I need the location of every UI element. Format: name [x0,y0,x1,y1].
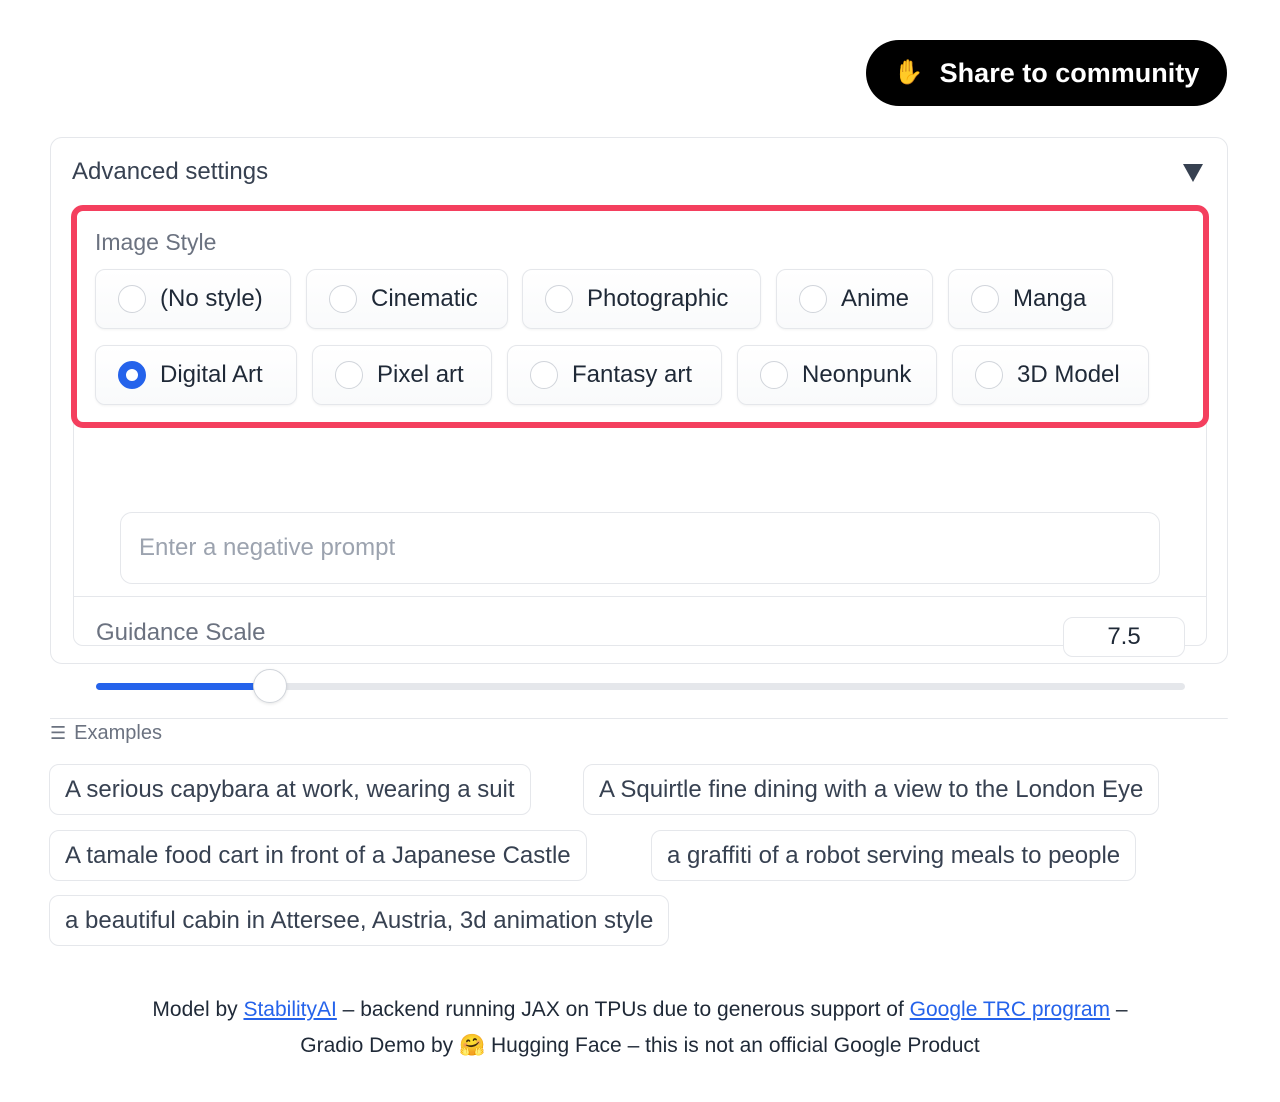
image-style-label: Image Style [95,229,217,255]
radio-label: (No style) [160,285,263,312]
footer: Model by StabilityAI – backend running J… [0,992,1280,1064]
radio-option-digital-art[interactable]: Digital Art [95,345,297,405]
clapping-hands-icon: ✋ [893,59,924,86]
radio-option-fantasy-art[interactable]: Fantasy art [507,345,722,405]
footer-line-1: Model by StabilityAI – backend running J… [0,992,1280,1028]
radio-label: 3D Model [1017,361,1120,388]
radio-circle-icon [530,361,558,389]
radio-circle-icon [975,361,1003,389]
google-trc-link[interactable]: Google TRC program [910,998,1110,1021]
guidance-scale-value-input[interactable] [1063,617,1185,657]
radio-circle-icon [971,285,999,313]
image-style-radio-group: Image Style (No style) Cinematic Photogr… [71,205,1209,428]
radio-label: Pixel art [377,361,464,388]
list-icon: ☰ [50,723,67,743]
radio-option-manga[interactable]: Manga [948,269,1113,329]
radio-option-photographic[interactable]: Photographic [522,269,761,329]
radio-option-anime[interactable]: Anime [776,269,933,329]
example-item[interactable]: A tamale food cart in front of a Japanes… [49,830,587,881]
examples-header: ☰ Examples [50,722,162,745]
example-item[interactable]: A serious capybara at work, wearing a su… [49,764,531,815]
radio-option-cinematic[interactable]: Cinematic [306,269,508,329]
footer-line-2: Gradio Demo by 🤗 Hugging Face – this is … [0,1028,1280,1064]
advanced-settings-title[interactable]: Advanced settings [72,158,268,186]
radio-label: Anime [841,285,910,312]
radio-circle-icon [799,285,827,313]
radio-label: Neonpunk [802,361,912,388]
stabilityai-link[interactable]: StabilityAI [243,998,336,1021]
radio-option-pixel-art[interactable]: Pixel art [312,345,492,405]
footer-text: Gradio Demo by [300,1034,459,1057]
footer-text: Hugging Face – this is not an official G… [485,1034,980,1057]
radio-option-no-style[interactable]: (No style) [95,269,291,329]
radio-label: Fantasy art [572,361,693,388]
share-button-label: Share to community [939,57,1200,88]
share-to-community-button[interactable]: ✋ Share to community [866,40,1227,106]
radio-label: Photographic [587,285,729,312]
radio-checked-icon [118,361,146,389]
advanced-settings-accordion: Advanced settings Guidance Scale Image S… [50,137,1228,703]
slider-fill [96,683,271,690]
collapse-caret-icon[interactable] [1183,164,1203,182]
example-item[interactable]: a beautiful cabin in Attersee, Austria, … [49,895,670,946]
examples-divider [50,718,1228,719]
radio-circle-icon [545,285,573,313]
example-item[interactable]: A Squirtle fine dining with a view to th… [583,764,1160,815]
negative-prompt-input[interactable] [120,512,1160,584]
radio-label: Digital Art [160,361,263,388]
slider-handle[interactable] [253,669,288,703]
radio-circle-icon [335,361,363,389]
hugging-face-icon: 🤗 [459,1034,486,1057]
radio-circle-icon [329,285,357,313]
divider [74,596,1206,597]
footer-text: – [1110,998,1128,1021]
radio-circle-icon [760,361,788,389]
radio-circle-icon [118,285,146,313]
footer-text: Model by [152,998,244,1021]
examples-label: Examples [74,722,162,744]
radio-label: Cinematic [371,285,478,312]
radio-label: Manga [1013,285,1087,312]
radio-option-3d-model[interactable]: 3D Model [952,345,1149,405]
guidance-scale-slider[interactable] [96,669,1185,703]
guidance-scale-label: Guidance Scale [96,619,266,646]
footer-text: – backend running JAX on TPUs due to gen… [336,998,910,1021]
radio-option-neonpunk[interactable]: Neonpunk [737,345,937,405]
example-item[interactable]: a graffiti of a robot serving meals to p… [651,830,1137,881]
